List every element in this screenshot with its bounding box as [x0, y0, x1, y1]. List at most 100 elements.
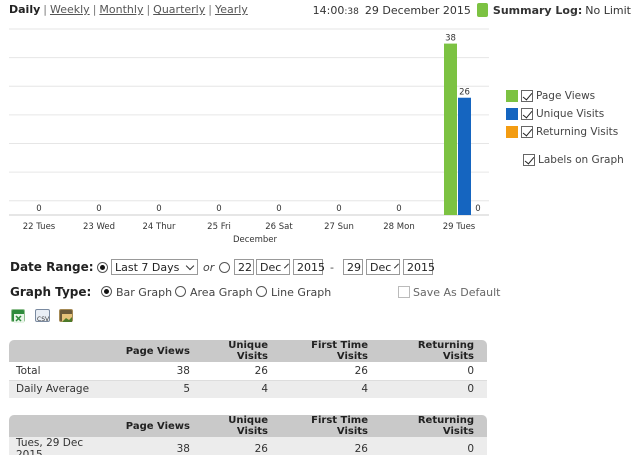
table-cell: 26: [203, 362, 281, 381]
table-row[interactable]: Tues, 29 Dec 2015 38 26 26 0: [9, 437, 487, 455]
legend-item-page-views[interactable]: Page Views: [506, 87, 624, 105]
x-tick-label: 28 Mon: [383, 222, 414, 232]
data-label: 0: [336, 204, 341, 214]
chevron-down-icon: [185, 261, 195, 270]
column-header: [9, 340, 113, 362]
period-yearly[interactable]: Yearly: [215, 3, 248, 16]
column-header: First Time Visits: [281, 340, 381, 362]
labels-on-graph-toggle[interactable]: Labels on Graph: [506, 151, 624, 169]
legend-swatch-unique-visits: [506, 108, 518, 120]
data-label: 0: [276, 204, 281, 214]
period-daily[interactable]: Daily: [9, 3, 40, 16]
table-cell: 0: [381, 362, 487, 381]
table-cell: 0: [381, 437, 487, 455]
image-icon[interactable]: [59, 309, 73, 322]
data-label: 0: [216, 204, 221, 214]
time-seconds: :38: [344, 6, 359, 17]
image-icon-glyph: [62, 314, 72, 322]
to-day-input[interactable]: 29: [343, 259, 363, 275]
x-tick-label: 22 Tues: [23, 222, 56, 232]
or-text: or: [203, 261, 215, 274]
period-nav: Daily | Weekly | Monthly | Quarterly | Yearly: [9, 3, 248, 16]
header-status: 14:00:38 29 December 2015 Summary Log: N…: [313, 3, 631, 17]
summary-table-header: Page Views Unique Visits First Time Visi…: [9, 340, 487, 362]
legend-item-returning-visits[interactable]: Returning Visits: [506, 123, 624, 141]
from-month-select[interactable]: Dec: [256, 259, 290, 275]
date-dash: -: [330, 261, 334, 274]
x-tick-label: 27 Sun: [324, 222, 354, 232]
period-weekly[interactable]: Weekly: [50, 3, 90, 16]
table-cell: Tues, 29 Dec 2015: [9, 437, 113, 455]
summary-log-value: No Limit: [585, 3, 631, 17]
labels-on-graph-checkbox[interactable]: [523, 154, 535, 166]
data-label: 26: [459, 88, 470, 98]
table-cell: Total: [9, 362, 113, 381]
column-header: Returning Visits: [381, 415, 487, 437]
labels-on-graph-label: Labels on Graph: [538, 154, 624, 166]
data-label: 0: [156, 204, 161, 214]
table-row: Daily Average 5 4 4 0: [9, 380, 487, 398]
nav-separator: |: [43, 3, 47, 16]
summary-log-icon: [476, 3, 488, 17]
to-month-select[interactable]: Dec: [366, 259, 400, 275]
legend-item-unique-visits[interactable]: Unique Visits: [506, 105, 624, 123]
column-header: [9, 415, 113, 437]
table-cell: 4: [281, 380, 381, 398]
table-cell: 38: [113, 362, 203, 381]
legend-label: Unique Visits: [536, 108, 605, 120]
excel-icon-glyph: [14, 314, 24, 323]
bar-graph-label: Bar Graph: [116, 286, 173, 299]
legend-swatch-page-views: [506, 90, 518, 102]
save-default-checkbox[interactable]: [398, 286, 410, 298]
table-cell: 4: [203, 380, 281, 398]
current-time: 14:00:38: [313, 4, 359, 17]
x-tick-label: 23 Wed: [83, 222, 115, 232]
table-row: Total 38 26 26 0: [9, 362, 487, 381]
column-header: Unique Visits: [203, 415, 281, 437]
to-year-input[interactable]: 2015: [403, 259, 435, 275]
line-graph-radio[interactable]: [256, 286, 267, 297]
data-label: 0: [96, 204, 101, 214]
excel-icon[interactable]: [11, 309, 25, 323]
legend-label: Page Views: [536, 90, 596, 102]
time-hours-minutes: 14:00: [312, 3, 345, 17]
bar-page-views: [444, 43, 457, 215]
x-tick-label: 24 Thur: [143, 222, 176, 232]
visits-bar-chart: 22 Tues 0 23 Wed 0 24 Thur 0 25 Fri 0 26 Sat 0 27 …: [9, 28, 489, 245]
csv-icon[interactable]: CSV: [35, 309, 50, 323]
range-preset-value: Last 7 Days: [115, 260, 180, 274]
range-custom-radio[interactable]: [219, 262, 230, 273]
legend-label: Returning Visits: [536, 126, 619, 138]
nav-separator: |: [208, 3, 212, 16]
bar-graph-radio[interactable]: [101, 286, 112, 297]
csv-icon-glyph: CSV: [37, 316, 50, 323]
line-graph-label: Line Graph: [271, 286, 332, 299]
data-label: 0: [36, 204, 41, 214]
column-header: Returning Visits: [381, 340, 487, 362]
period-quarterly[interactable]: Quarterly: [153, 3, 205, 16]
summary-log-label: Summary Log:: [492, 3, 583, 17]
table-cell: 26: [281, 437, 381, 455]
chevron-down-icon: [284, 263, 290, 268]
legend-checkbox-returning-visits[interactable]: [521, 126, 533, 138]
table-cell: 5: [113, 380, 203, 398]
column-header: Unique Visits: [203, 340, 281, 362]
area-graph-radio[interactable]: [175, 286, 186, 297]
x-tick-label: 26 Sat: [265, 222, 293, 232]
x-tick-label: 29 Tues: [443, 222, 476, 232]
period-monthly[interactable]: Monthly: [99, 3, 143, 16]
from-year-input[interactable]: 2015: [293, 259, 325, 275]
chevron-down-icon: [394, 263, 400, 268]
legend-checkbox-page-views[interactable]: [521, 90, 533, 102]
svg-text:CSV: CSV: [37, 316, 50, 323]
bar-unique-visits: [458, 97, 471, 215]
range-preset-select[interactable]: Last 7 Days: [111, 259, 198, 275]
date-range-label: Date Range:: [10, 260, 94, 274]
from-day-input[interactable]: 22: [234, 259, 254, 275]
table-cell: 0: [381, 380, 487, 398]
summary-table: Page Views Unique Visits First Time Visi…: [9, 340, 487, 398]
legend-checkbox-unique-visits[interactable]: [521, 108, 533, 120]
to-month-value: Dec: [370, 260, 392, 274]
table-cell: 38: [113, 437, 203, 455]
range-preset-radio[interactable]: [97, 262, 108, 273]
